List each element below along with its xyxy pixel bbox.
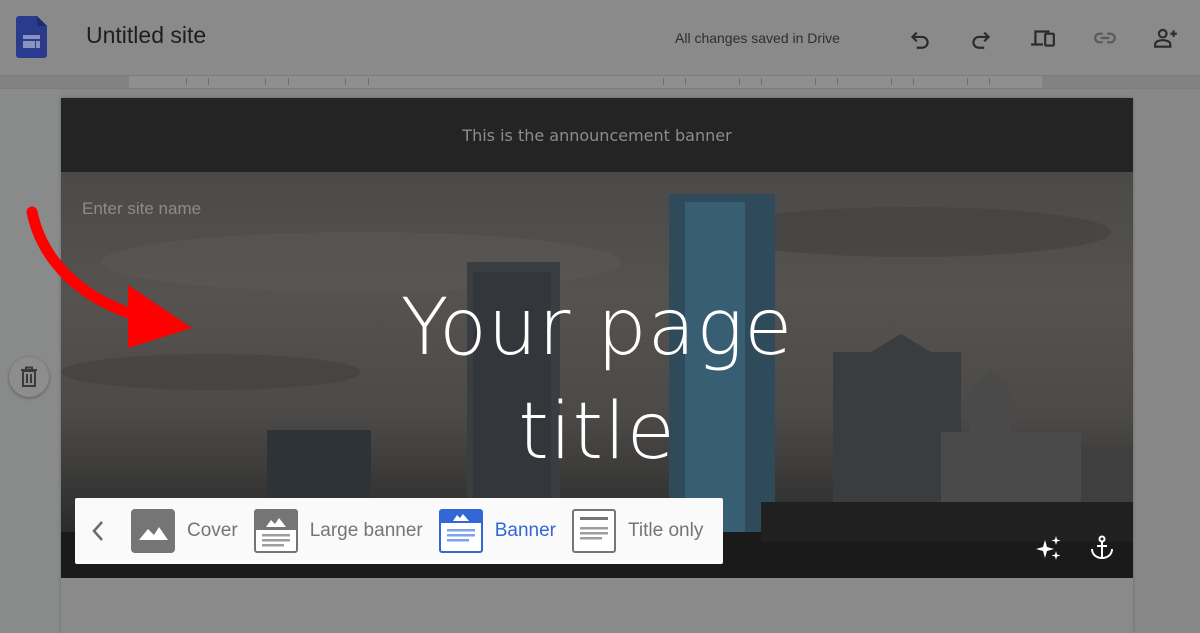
announcement-text: This is the announcement banner [462, 125, 732, 145]
header-type-label: Title only [628, 520, 704, 541]
trash-icon [21, 366, 37, 387]
banner-layout-icon [438, 509, 483, 553]
site-title[interactable]: Untitled site [86, 22, 206, 49]
site-name-input[interactable]: Enter site name [82, 199, 201, 219]
header-type-title-only[interactable]: Title only [572, 498, 703, 564]
large-banner-layout-icon [253, 509, 298, 553]
anchor-icon[interactable] [1088, 534, 1116, 562]
header-type-label: Cover [187, 520, 238, 541]
link-icon [1094, 32, 1116, 44]
collapse-header-types-button[interactable] [75, 498, 121, 564]
preview-button[interactable] [1029, 24, 1057, 52]
preview-devices-icon [1031, 30, 1055, 47]
share-button[interactable] [1152, 24, 1180, 52]
header-type-label: Banner [494, 520, 557, 541]
header-type-banner[interactable]: Banner [438, 498, 557, 564]
site-page-canvas: This is the announcement banner Enter si… [61, 98, 1133, 633]
add-person-icon [1154, 28, 1177, 48]
header-type-cover[interactable]: Cover [131, 498, 238, 564]
sparkle-icon[interactable] [1035, 534, 1063, 562]
redo-button[interactable] [967, 24, 995, 52]
copy-link-button[interactable] [1091, 24, 1119, 52]
chevron-left-icon [92, 521, 103, 541]
header-type-label: Large banner [309, 520, 423, 541]
page-header[interactable]: Enter site name Your page title Cover La… [61, 172, 1133, 578]
page-title[interactable]: Your page title [61, 276, 1133, 484]
save-status: All changes saved in Drive [675, 30, 840, 46]
ruler [0, 75, 1200, 89]
google-sites-logo-icon[interactable] [16, 16, 47, 58]
header-type-large-banner[interactable]: Large banner [253, 498, 423, 564]
page-title-line-1: Your page [400, 283, 794, 373]
page-title-line-2: title [518, 387, 676, 477]
undo-icon [910, 31, 929, 49]
cover-layout-icon [131, 509, 175, 553]
top-bar: Untitled site All changes saved in Drive [0, 0, 1200, 75]
title-only-layout-icon [572, 509, 617, 553]
header-type-bar: Cover Large banner Banner Title only [75, 498, 723, 564]
announcement-banner[interactable]: This is the announcement banner [61, 98, 1133, 172]
delete-section-button[interactable] [9, 357, 49, 397]
undo-button[interactable] [906, 24, 934, 52]
redo-icon [972, 31, 991, 49]
